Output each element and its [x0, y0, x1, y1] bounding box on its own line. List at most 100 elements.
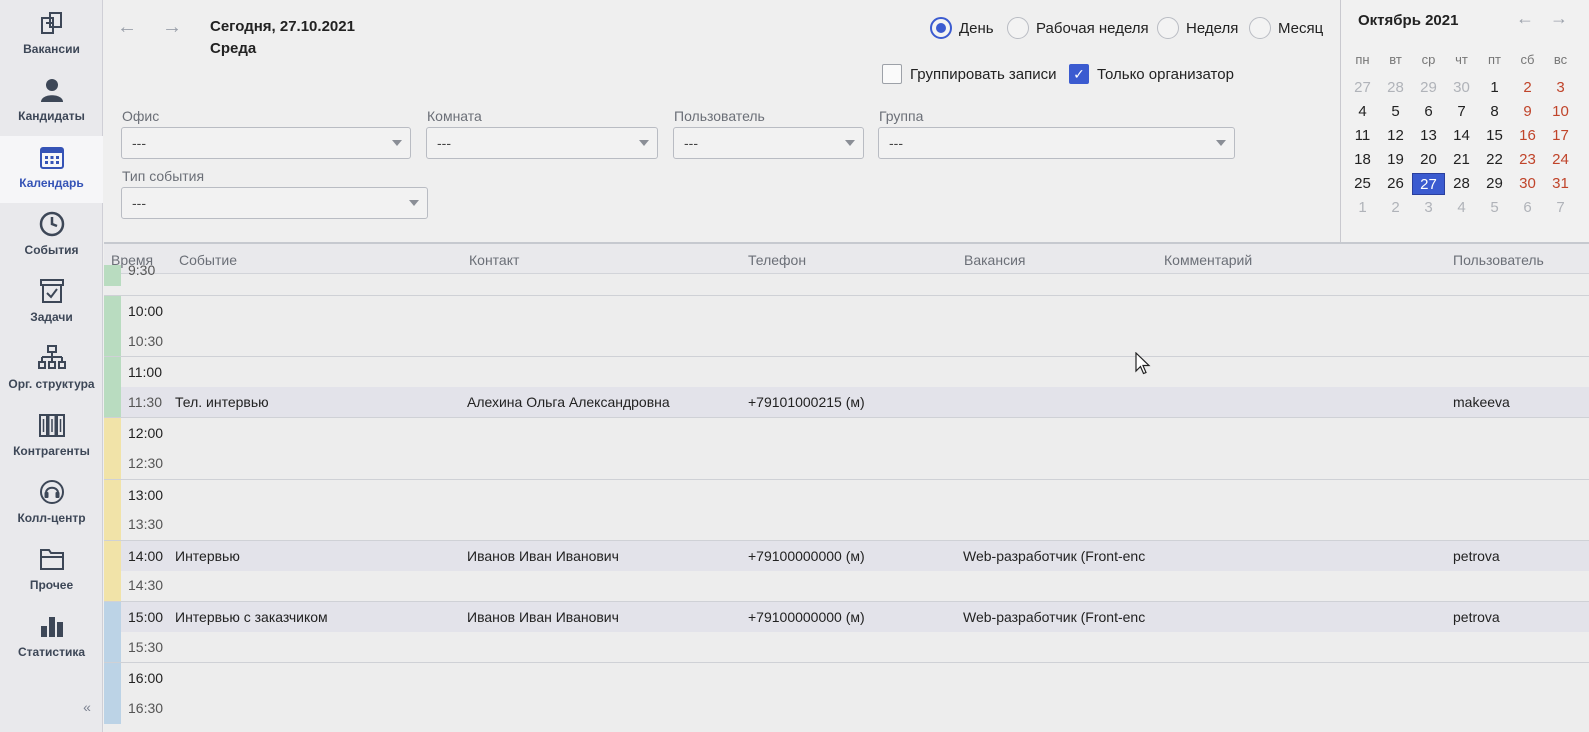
calendar-month-title: Октябрь 2021 [1358, 12, 1459, 29]
view-month-radio[interactable]: Месяц [1249, 17, 1323, 39]
time-slot-row[interactable]: 11:00 [104, 356, 1589, 388]
calendar-day[interactable]: 4 [1445, 197, 1478, 219]
calendar-day[interactable]: 5 [1379, 101, 1412, 123]
calendar-day[interactable]: 29 [1478, 173, 1511, 195]
calendar-day[interactable]: 24 [1544, 149, 1577, 171]
event-cell[interactable]: Интервью с заказчиком [175, 602, 460, 633]
time-slot-row[interactable]: 14:30 [104, 570, 1589, 602]
prev-day-button[interactable]: ← [114, 14, 140, 40]
calendar-day[interactable]: 11 [1346, 125, 1379, 147]
calendar-day[interactable]: 19 [1379, 149, 1412, 171]
event-row[interactable]: 11:30 Тел. интервью Алехина Ольга Александ… [104, 386, 1589, 418]
sidebar-item-vacancies[interactable]: Вакансии [0, 2, 103, 69]
calendar-day[interactable]: 23 [1511, 149, 1544, 171]
time-range-stripe [104, 479, 121, 510]
calendar-day[interactable]: 7 [1445, 101, 1478, 123]
time-slot-row[interactable]: 10:00 [104, 295, 1589, 326]
folder-icon [37, 544, 67, 574]
sidebar-item-calendar[interactable]: Календарь [0, 136, 103, 203]
calendar-day[interactable]: 1 [1346, 197, 1379, 219]
calendar-day[interactable]: 22 [1478, 149, 1511, 171]
time-slot-row[interactable]: 16:00 [104, 662, 1589, 694]
sidebar-item-folder[interactable]: Прочее [0, 538, 103, 605]
calendar-day[interactable]: 9 [1511, 101, 1544, 123]
calendar-day[interactable]: 29 [1412, 77, 1445, 99]
calendar-day[interactable]: 7 [1544, 197, 1577, 219]
view-day-radio[interactable]: День [930, 17, 994, 39]
time-range-stripe [104, 448, 121, 479]
calendar-day[interactable]: 18 [1346, 149, 1379, 171]
weekday-header: чт [1455, 52, 1468, 67]
time-range-stripe [104, 509, 121, 541]
user-cell: makeeva [1453, 393, 1510, 410]
calendar-day[interactable]: 3 [1544, 77, 1577, 99]
calendar-day[interactable]: 31 [1544, 173, 1577, 195]
calendar-day[interactable]: 17 [1544, 125, 1577, 147]
calendar-next-month-button[interactable]: → [1550, 8, 1568, 29]
calendar-day[interactable]: 16 [1511, 125, 1544, 147]
calendar-day[interactable]: 2 [1379, 197, 1412, 219]
calendar-day[interactable]: 2 [1511, 77, 1544, 99]
event-row[interactable]: 15:00 Интервью с заказчиком Иванов Иван Ив… [104, 601, 1589, 632]
calendar-day[interactable]: 27 [1412, 173, 1445, 195]
time-slot-row[interactable]: 13:00 [104, 478, 1589, 510]
calendar-day[interactable]: 26 [1379, 173, 1412, 195]
time-slot-row[interactable]: 16:30 [104, 692, 1589, 724]
sidebar-item-contractors[interactable]: Контрагенты [0, 404, 103, 471]
calendar-day[interactable]: 27 [1346, 77, 1379, 99]
organizer-only-checkbox[interactable]: ✓ Только организатор [1069, 64, 1234, 84]
group-select[interactable]: --- [878, 127, 1235, 159]
office-select[interactable]: --- [121, 127, 411, 159]
calendar-day[interactable]: 10 [1544, 101, 1577, 123]
time-slot-row[interactable]: 13:30 [104, 509, 1589, 541]
calendar-day[interactable]: 8 [1478, 101, 1511, 123]
group-records-checkbox[interactable]: Группировать записи [882, 64, 1057, 84]
calendar-day[interactable]: 1 [1478, 77, 1511, 99]
weekday-header: сб [1520, 52, 1535, 67]
calendar-day[interactable]: 6 [1412, 101, 1445, 123]
time-slot-row[interactable]: 9:30 [104, 262, 1589, 286]
event-cell[interactable]: Тел. интервью [175, 387, 460, 418]
collapse-sidebar-button[interactable]: « [78, 698, 96, 716]
sidebar-item-candidates[interactable]: Кандидаты [0, 69, 103, 136]
user-select[interactable]: --- [673, 127, 864, 159]
group-label: Группа [879, 108, 924, 124]
event-row[interactable]: 14:00 Интервью Иванов Иван Иванович +791000… [104, 539, 1589, 572]
calendar-day[interactable]: 15 [1478, 125, 1511, 147]
room-select[interactable]: --- [426, 127, 658, 159]
view-week-radio[interactable]: Неделя [1157, 17, 1238, 39]
calendar-day[interactable]: 5 [1478, 197, 1511, 219]
sidebar-item-bar-chart[interactable]: Статистика [0, 605, 103, 672]
calendar-day[interactable]: 14 [1445, 125, 1478, 147]
calendar-day[interactable]: 4 [1346, 101, 1379, 123]
calendar-day[interactable]: 13 [1412, 125, 1445, 147]
mouse-cursor-icon [1135, 352, 1151, 375]
calendar-day[interactable]: 20 [1412, 149, 1445, 171]
calendar-day[interactable]: 12 [1379, 125, 1412, 147]
event-type-select[interactable]: --- [121, 187, 428, 219]
view-workweek-radio[interactable]: Рабочая неделя [1007, 17, 1149, 39]
event-cell[interactable]: Интервью [175, 541, 460, 572]
time-slot-row[interactable]: 12:00 [104, 417, 1589, 449]
calendar-day[interactable]: 21 [1445, 149, 1478, 171]
sidebar-item-headset[interactable]: Колл-центр [0, 471, 103, 538]
calendar-day[interactable]: 30 [1445, 77, 1478, 99]
time-slot-row[interactable]: 10:30 [104, 325, 1589, 357]
calendar-prev-month-button[interactable]: ← [1516, 8, 1534, 29]
phone-cell: +79100000000 (м) [748, 609, 865, 625]
sidebar-item-clock[interactable]: События [0, 203, 103, 270]
calendar-day[interactable]: 25 [1346, 173, 1379, 195]
sidebar-item-org-structure[interactable]: Орг. структура [0, 337, 103, 404]
time-cell: 11:00 [128, 364, 162, 381]
group-value: --- [889, 135, 903, 151]
calendar-day[interactable]: 30 [1511, 173, 1544, 195]
sidebar-item-tasks[interactable]: Задачи [0, 270, 103, 337]
calendar-day[interactable]: 6 [1511, 197, 1544, 219]
next-day-button[interactable]: → [159, 14, 185, 40]
calendar-day[interactable]: 3 [1412, 197, 1445, 219]
calendar-day[interactable]: 28 [1445, 173, 1478, 195]
time-slot-row[interactable]: 12:30 [104, 448, 1589, 479]
calendar-day[interactable]: 28 [1379, 77, 1412, 99]
calendar-toolbar: ← → Сегодня, 27.10.2021 Среда День Рабоч… [104, 0, 1340, 242]
time-slot-row[interactable]: 15:30 [104, 631, 1589, 663]
